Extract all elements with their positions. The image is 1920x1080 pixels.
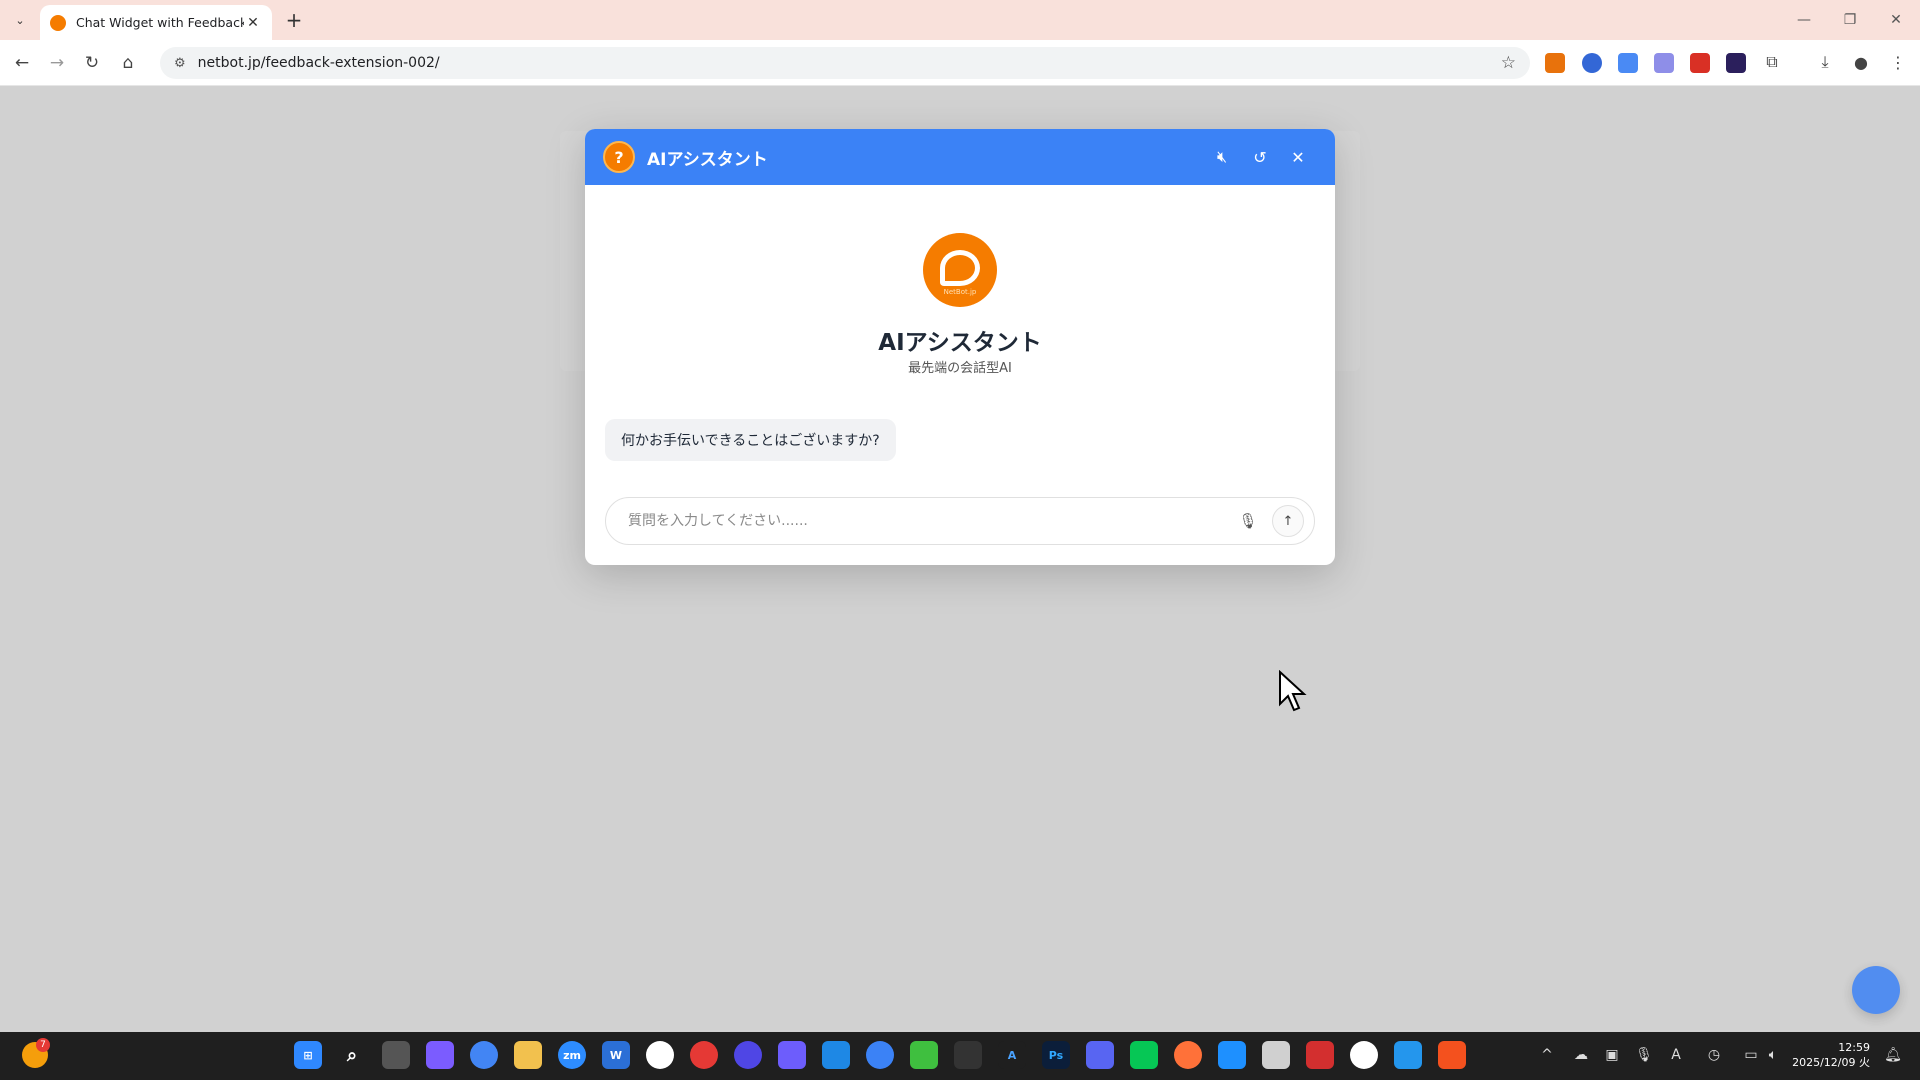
home-icon[interactable]: ⌂ <box>114 50 142 76</box>
file-explorer-icon[interactable] <box>514 1041 542 1069</box>
browser-app-icon[interactable] <box>1350 1041 1378 1069</box>
bot-avatar: NetBot.jp <box>923 233 997 307</box>
start-windows-icon[interactable]: ⊞ <box>294 1041 322 1069</box>
zoom-icon[interactable]: zm <box>558 1041 586 1069</box>
windows-taskbar: 7 ⊞ ⌕ zm W A Ps ^ ☁ ▣ 🎙︎ A ◷ ▭ 🔈︎ 12:59 … <box>0 1032 1920 1080</box>
url-text: netbot.jp/feedback-extension-002/ <box>197 55 440 71</box>
notification-bell-icon[interactable]: 🔔︎ <box>1882 1044 1904 1066</box>
tray-clock-icon[interactable]: ◷ <box>1703 1044 1725 1066</box>
reload-icon[interactable]: ↻ <box>78 50 106 76</box>
orange-app-icon[interactable] <box>1438 1041 1466 1069</box>
window-close-icon[interactable]: ✕ <box>1876 8 1916 32</box>
send-arrow-up-icon[interactable]: ↑ <box>1272 505 1304 537</box>
browser-tab-active[interactable]: Chat Widget with Feedback ✕ <box>40 5 272 40</box>
lock-extension-icon[interactable] <box>1690 53 1710 73</box>
word-icon[interactable]: W <box>602 1041 630 1069</box>
font-app-icon[interactable]: A <box>998 1041 1026 1069</box>
chat-header: ? AIアシスタント 🔇︎ ↺ ✕ <box>585 129 1335 185</box>
copilot-icon[interactable] <box>426 1041 454 1069</box>
clock-date: 2025/12/09 火 <box>1792 1056 1870 1069</box>
bot-tagline: 最先端の会話型AI <box>908 361 1012 376</box>
chat-input-bar: 🎙︎ ↑ <box>605 497 1315 545</box>
taskbar-clock[interactable]: 12:59 2025/12/09 火 <box>1790 1040 1870 1070</box>
address-bar[interactable]: ⚙ netbot.jp/feedback-extension-002/ ☆ <box>160 47 1530 79</box>
menu-kebab-icon[interactable]: ⋮ <box>1886 50 1910 74</box>
line-app-icon[interactable] <box>1130 1041 1158 1069</box>
chat-widget: ? AIアシスタント 🔇︎ ↺ ✕ NetBot.jp AIアシスタント 最先端… <box>585 129 1335 565</box>
tray-app-icon[interactable]: ▣ <box>1601 1044 1623 1066</box>
bot-name: AIアシスタント <box>878 330 1042 356</box>
profile-avatar-icon[interactable]: ● <box>1849 50 1873 74</box>
ime-indicator-icon[interactable]: A <box>1665 1044 1687 1066</box>
close-chat-icon[interactable]: ✕ <box>1279 142 1317 172</box>
minimize-icon[interactable]: — <box>1784 8 1824 32</box>
forward-arrow-icon[interactable]: → <box>43 50 71 76</box>
volume-icon[interactable]: 🔈︎ <box>1762 1044 1784 1066</box>
back-arrow-icon[interactable]: ← <box>8 50 36 76</box>
photoshop-icon[interactable]: Ps <box>1042 1041 1070 1069</box>
window-app-icon[interactable] <box>1218 1041 1246 1069</box>
chat-body: NetBot.jp AIアシスタント 最先端の会話型AI 何かお手伝いできること… <box>585 185 1335 565</box>
download-icon[interactable]: ⤓ <box>1813 50 1837 74</box>
chrome-app-icon[interactable] <box>470 1041 498 1069</box>
metamask-extension-icon[interactable] <box>1545 53 1565 73</box>
task-view-icon[interactable] <box>382 1041 410 1069</box>
green-app-icon[interactable] <box>910 1041 938 1069</box>
terminal-app-icon[interactable] <box>954 1041 982 1069</box>
tab-search-chevron-icon[interactable]: ⌄ <box>8 9 32 31</box>
tray-microphone-icon[interactable]: 🎙︎ <box>1633 1044 1655 1066</box>
new-tab-plus-icon[interactable]: + <box>282 8 306 32</box>
bot-greeting-message: 何かお手伝いできることはございますか? <box>605 419 896 461</box>
dark-extension-icon[interactable] <box>1726 53 1746 73</box>
docker-icon[interactable] <box>1394 1041 1422 1069</box>
clock-time: 12:59 <box>1838 1041 1870 1054</box>
netbot-logo-icon: ? <box>603 141 635 173</box>
tab-close-icon[interactable]: ✕ <box>244 15 262 31</box>
extensions-puzzle-icon[interactable]: ⧉ <box>1760 50 1784 74</box>
chat-bubble-icon <box>940 250 980 286</box>
search-icon[interactable]: ⌕ <box>338 1041 366 1069</box>
network-icon[interactable]: ▭ <box>1740 1044 1762 1066</box>
chrome-extension-icon[interactable] <box>1582 53 1602 73</box>
tab-title: Chat Widget with Feedback <box>76 15 244 30</box>
onedrive-icon[interactable]: ☁ <box>1570 1044 1592 1066</box>
document-app-icon[interactable] <box>1262 1041 1290 1069</box>
avatar-label: NetBot.jp <box>943 288 977 296</box>
slack-icon[interactable] <box>646 1041 674 1069</box>
message-input[interactable] <box>628 513 1232 529</box>
site-info-icon[interactable]: ⚙ <box>174 56 186 71</box>
acrobat-icon[interactable] <box>1306 1041 1334 1069</box>
mute-speaker-icon[interactable]: 🔇︎ <box>1203 142 1241 172</box>
mail-app-icon[interactable] <box>866 1041 894 1069</box>
tray-chevron-up-icon[interactable]: ^ <box>1536 1044 1558 1066</box>
app-red-icon[interactable] <box>690 1041 718 1069</box>
notes-app-icon[interactable] <box>778 1041 806 1069</box>
widget-badge: 7 <box>36 1038 50 1052</box>
translate-extension-icon[interactable] <box>1618 53 1638 73</box>
restore-icon[interactable]: ❐ <box>1830 8 1870 32</box>
chat-header-title: AIアシスタント <box>647 149 768 170</box>
vscode-icon[interactable] <box>822 1041 850 1069</box>
discord-icon[interactable] <box>1086 1041 1114 1069</box>
signal-icon[interactable] <box>734 1041 762 1069</box>
chat-launcher-button[interactable] <box>1852 966 1900 1014</box>
bookmark-star-icon[interactable]: ☆ <box>1501 53 1516 73</box>
firefox-icon[interactable] <box>1174 1041 1202 1069</box>
browser-tabstrip: ⌄ Chat Widget with Feedback ✕ + — ❐ ✕ <box>0 0 1920 40</box>
tab-favicon-icon <box>50 14 66 31</box>
reset-chat-icon[interactable]: ↺ <box>1241 142 1279 172</box>
cloud-extension-icon[interactable] <box>1654 53 1674 73</box>
microphone-icon[interactable]: 🎙︎ <box>1232 505 1264 537</box>
